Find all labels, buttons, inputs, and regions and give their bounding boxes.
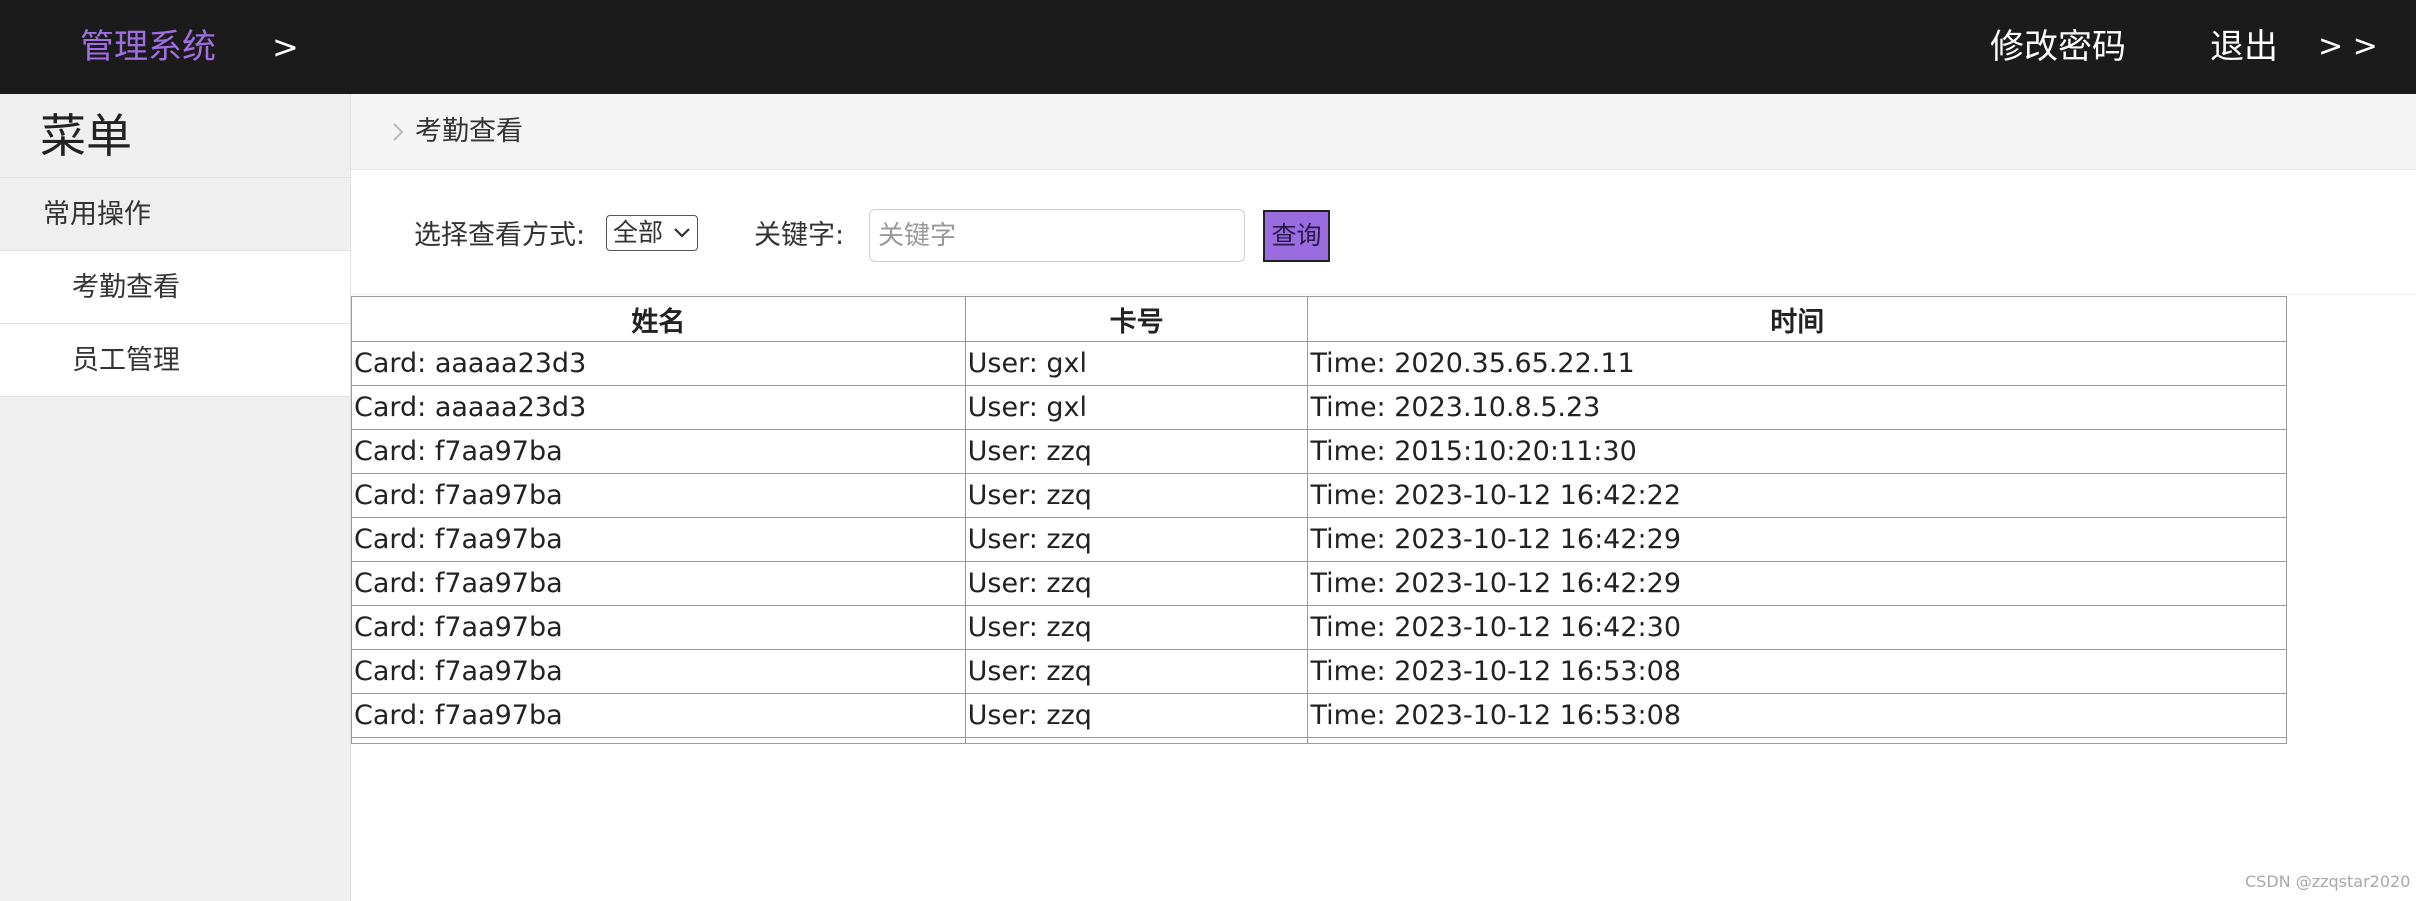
cell-user: User: zzq — [964, 605, 1309, 650]
cell-time: Time: 2023-10-12 16:42:29 — [1307, 561, 2287, 606]
table-row: Card: aaaaa23d3 User: gxl Time: 2023.10.… — [351, 385, 2287, 430]
sidebar-group-common[interactable]: 常用操作 — [0, 178, 350, 251]
cell-time: Time: 2015:10:20:11:30 — [1307, 429, 2287, 474]
cell-time: Time: 2023.10.8.5.23 — [1307, 385, 2287, 430]
cell-card: Card: aaaaa23d3 — [351, 385, 966, 430]
table-row: Card: f7aa97ba User: zzq Time: 2023-10-1… — [351, 517, 2287, 562]
cell-card: Card: f7aa97ba — [351, 429, 966, 474]
cell-user: User: gxl — [964, 341, 1309, 386]
column-header-name: 姓名 — [351, 296, 966, 342]
table-row: Card: f7aa97ba User: zzq Time: 2023-10-1… — [351, 561, 2287, 606]
cell-user: User: gxl — [964, 385, 1309, 430]
cell-card: Card: f7aa97ba — [351, 649, 966, 694]
cell-user: User: zzq — [964, 693, 1309, 738]
table-row: Card: f7aa97ba User: zzq Time: 2023-10-1… — [351, 605, 2287, 650]
cell-time: Time: 2020.35.65.22.11 — [1307, 341, 2287, 386]
sidebar-item-employees[interactable]: 员工管理 — [0, 324, 350, 397]
column-header-card: 卡号 — [964, 296, 1309, 342]
cell-time: Time: 2023-10-12 16:42:30 — [1307, 605, 2287, 650]
cell-card: Card: f7aa97ba — [351, 605, 966, 650]
cell-card: Card: aaaaa23d3 — [351, 341, 966, 386]
table-row: Card: f7aa97ba User: zzq Time: 2023-10-1… — [351, 649, 2287, 694]
cell-time: Time: 2023-10-12 16:53:08 — [1307, 649, 2287, 694]
table-row: Card: f7aa97ba User: zzq Time: 2015:10:2… — [351, 429, 2287, 474]
cell-user: User: zzq — [964, 429, 1309, 474]
brand-arrow-icon[interactable]: > — [272, 24, 299, 70]
table-row: Card: f7aa97ba User: zzq Time: 2023-10-1… — [351, 473, 2287, 518]
chevron-right-icon — [393, 123, 404, 141]
top-bar: 管理系统 > 修改密码 退出 > > — [0, 0, 2416, 94]
cell-user: User: zzq — [964, 561, 1309, 606]
cell-time: Time: 2023-10-12 16:42:29 — [1307, 517, 2287, 562]
view-mode-value: 全部 — [613, 218, 664, 247]
sidebar-item-attendance[interactable]: 考勤查看 — [0, 251, 350, 324]
cell-card: Card: f7aa97ba — [351, 473, 966, 518]
cell-user: User: zzq — [964, 649, 1309, 694]
cell-time: Time: 2023-10-12 16:42:22 — [1307, 473, 2287, 518]
empty-cell — [351, 737, 966, 744]
breadcrumb-current[interactable]: 考勤查看 — [415, 112, 523, 152]
cell-user: User: zzq — [964, 517, 1309, 562]
empty-cell — [964, 737, 1309, 744]
cell-card: Card: f7aa97ba — [351, 517, 966, 562]
expand-icon[interactable]: > > — [2318, 24, 2378, 70]
cell-time: Time: 2023-10-12 16:53:08 — [1307, 693, 2287, 738]
table-row-empty — [351, 737, 2287, 744]
divider — [351, 294, 2416, 295]
keyword-label: 关键字: — [754, 220, 845, 251]
table-header-row: 姓名 卡号 时间 — [351, 296, 2287, 342]
cell-card: Card: f7aa97ba — [351, 693, 966, 738]
cell-user: User: zzq — [964, 473, 1309, 518]
change-password-link[interactable]: 修改密码 — [1990, 24, 2126, 70]
breadcrumb: 考勤查看 — [351, 94, 2416, 170]
query-button[interactable]: 查询 — [1263, 210, 1330, 262]
keyword-input[interactable] — [869, 209, 1245, 262]
column-header-time: 时间 — [1307, 296, 2287, 342]
attendance-table: 姓名 卡号 时间 Card: aaaaa23d3 User: gxl Time:… — [351, 296, 2287, 744]
cell-card: Card: f7aa97ba — [351, 561, 966, 606]
empty-cell — [1307, 737, 2287, 744]
sidebar: 菜单 常用操作 考勤查看 员工管理 — [0, 94, 351, 901]
view-mode-label: 选择查看方式: — [414, 220, 586, 251]
sidebar-title: 菜单 — [0, 94, 350, 178]
table-row: Card: aaaaa23d3 User: gxl Time: 2020.35.… — [351, 341, 2287, 386]
brand-title[interactable]: 管理系统 — [80, 24, 216, 70]
watermark: CSDN @zzqstar2020 — [2245, 872, 2411, 891]
view-mode-select[interactable]: 全部 — [606, 215, 698, 251]
table-row: Card: f7aa97ba User: zzq Time: 2023-10-1… — [351, 693, 2287, 738]
chevron-down-icon — [674, 228, 690, 238]
logout-link[interactable]: 退出 — [2210, 24, 2278, 70]
